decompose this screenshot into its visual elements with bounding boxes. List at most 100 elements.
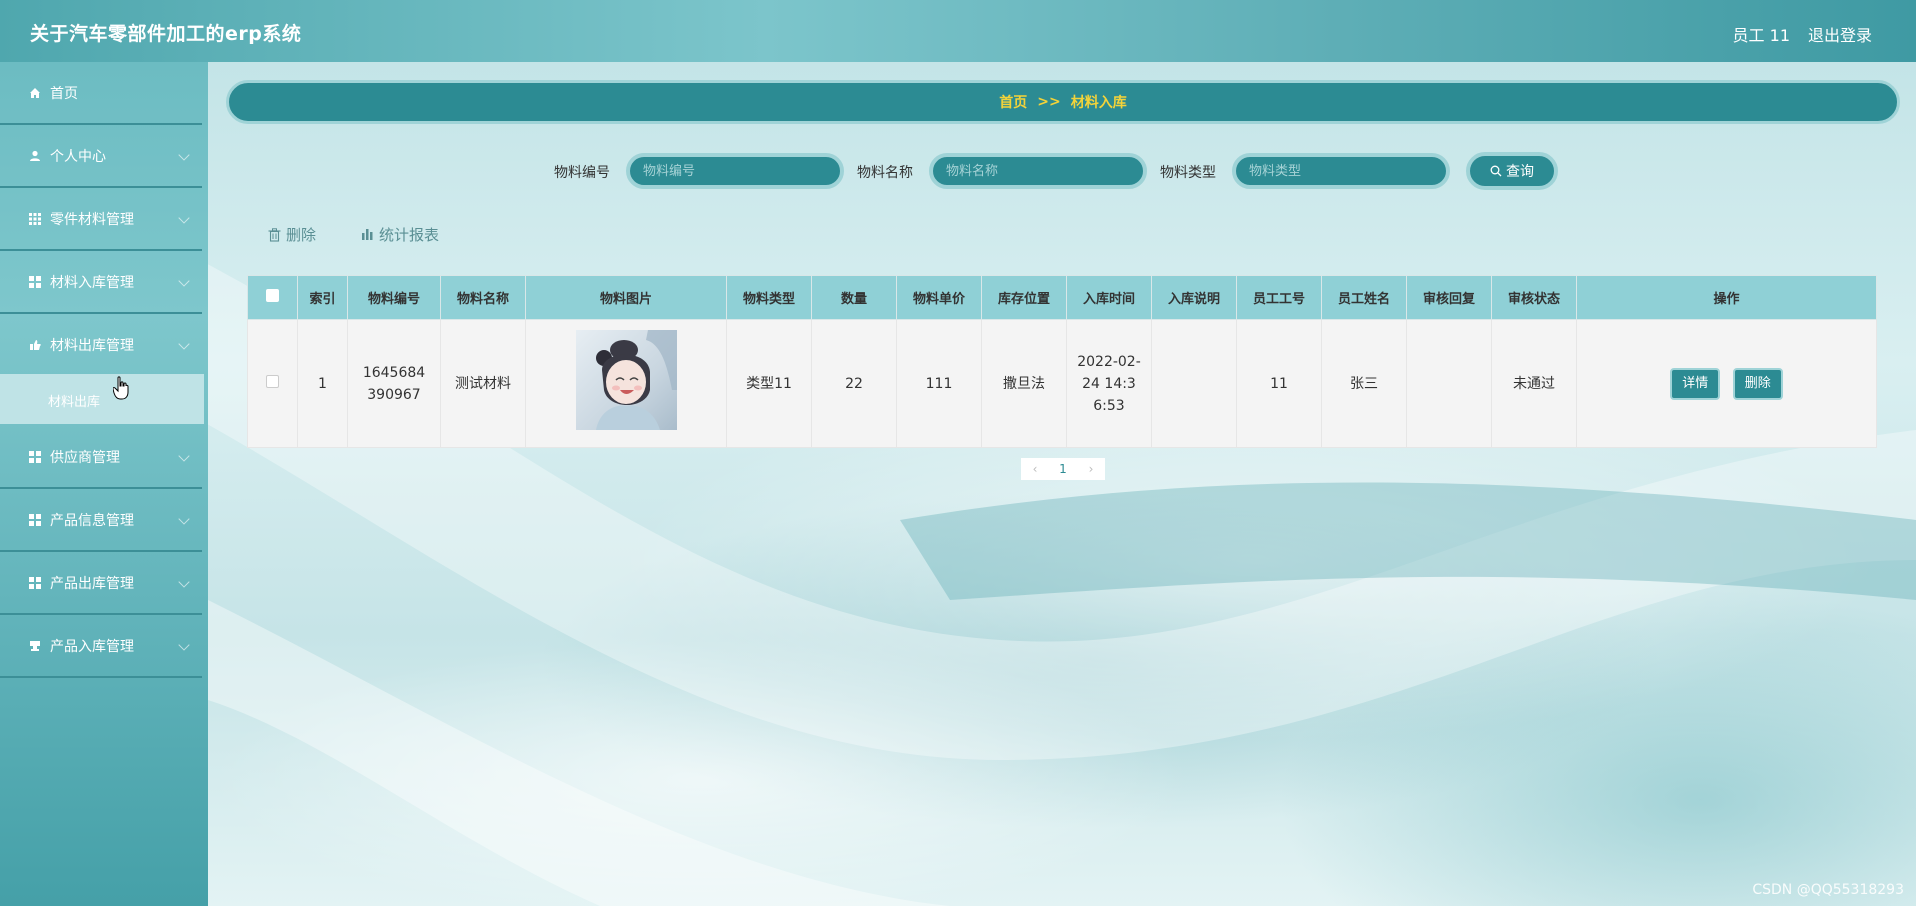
statistics-report-button[interactable]: 统计报表 [361, 224, 439, 245]
statistics-report-label: 统计报表 [379, 226, 440, 244]
material-thumbnail[interactable] [575, 330, 677, 430]
cell-unit-price: 111 [896, 319, 982, 448]
column-header: 物料单价 [896, 275, 982, 320]
sidebar-item-parts-materials[interactable]: 零件材料管理 [0, 188, 202, 251]
sidebar-item-product-outbound[interactable]: 产品出库管理 [0, 552, 202, 615]
search-button-label: 查询 [1506, 164, 1534, 180]
user-icon [28, 149, 42, 163]
cell-actions: 详情 删除 [1576, 319, 1877, 448]
breadcrumb: 首页 >> 材料入库 [226, 80, 1900, 124]
bulk-delete-label: 删除 [286, 226, 317, 244]
row-select-cell [247, 319, 298, 448]
page-number[interactable]: 1 [1049, 458, 1077, 480]
sidebar-item-label: 产品出库管理 [50, 575, 134, 592]
current-user: 员工 11 [1732, 26, 1790, 45]
sidebar-item-personal-center[interactable]: 个人中心 [0, 125, 202, 188]
row-delete-button[interactable]: 删除 [1732, 367, 1783, 400]
breadcrumb-separator: >> [1037, 94, 1061, 110]
column-header: 审核状态 [1491, 275, 1577, 320]
watermark: CSDN @QQ55318293 [1752, 882, 1904, 898]
next-page-icon[interactable]: › [1077, 458, 1105, 480]
pagination: ‹ 1 › [1021, 458, 1105, 480]
column-header: 员工工号 [1236, 275, 1322, 320]
material-name-input[interactable] [929, 153, 1147, 189]
background-silk [0, 0, 1916, 906]
home-icon [28, 86, 42, 100]
grid-icon [28, 576, 42, 590]
sidebar-item-label: 供应商管理 [50, 449, 120, 466]
sidebar-item-product-info[interactable]: 产品信息管理 [0, 489, 202, 552]
sidebar-item-material-outbound[interactable]: 材料出库管理 [0, 314, 202, 377]
sidebar-item-home[interactable]: 首页 [0, 62, 202, 125]
sidebar-item-label: 材料入库管理 [50, 274, 134, 291]
grid-icon [28, 450, 42, 464]
hand-cursor-icon [113, 376, 129, 400]
chevron-down-icon [178, 513, 190, 525]
grid-icon [28, 212, 42, 226]
cell-review-status: 未通过 [1491, 319, 1577, 448]
column-header: 库存位置 [981, 275, 1067, 320]
grid-icon [28, 275, 42, 289]
top-header: 关于汽车零部件加工的erp系统 员工 11 退出登录 [0, 0, 1916, 62]
sidebar-item-material-inbound[interactable]: 材料入库管理 [0, 251, 202, 314]
sidebar-item-label: 产品入库管理 [50, 638, 134, 655]
sidebar-item-label: 材料出库管理 [50, 337, 134, 354]
column-header: 物料名称 [440, 275, 526, 320]
hand-icon [28, 338, 42, 352]
detail-button[interactable]: 详情 [1670, 367, 1721, 400]
table-header-row: 索引 物料编号 物料名称 物料图片 物料类型 数量 物料单价 库存位置 入库时间… [247, 275, 1877, 320]
sidebar-item-label: 零件材料管理 [50, 211, 134, 228]
material-inbound-table: 索引 物料编号 物料名称 物料图片 物料类型 数量 物料单价 库存位置 入库时间… [247, 275, 1877, 448]
column-header: 入库说明 [1151, 275, 1237, 320]
submenu-item-material-outbound[interactable]: 材料出库 [0, 374, 204, 424]
select-all-checkbox[interactable] [266, 289, 279, 302]
chevron-down-icon [178, 149, 190, 161]
column-header: 索引 [297, 275, 348, 320]
cell-material-code: 1645684390967 [347, 319, 441, 448]
submenu-item-label: 材料出库 [48, 395, 101, 410]
cell-employee-name: 张三 [1321, 319, 1407, 448]
chevron-down-icon [178, 275, 190, 287]
chevron-down-icon [178, 576, 190, 588]
cell-inbound-note [1151, 319, 1237, 448]
material-code-input[interactable] [626, 153, 844, 189]
search-icon [1490, 165, 1502, 177]
sidebar: 首页 个人中心 零件材料管理 材料入库管理 材料出库管理 供应商管理 产品信息管… [0, 62, 208, 906]
cell-material-type: 类型11 [726, 319, 812, 448]
column-header: 操作 [1576, 275, 1877, 320]
cell-quantity: 22 [811, 319, 897, 448]
cup-icon [28, 639, 42, 653]
trash-icon [268, 227, 281, 242]
prev-page-icon[interactable]: ‹ [1021, 458, 1049, 480]
chevron-down-icon [178, 639, 190, 651]
cell-review-reply [1406, 319, 1492, 448]
sidebar-item-suppliers[interactable]: 供应商管理 [0, 426, 202, 489]
column-header: 数量 [811, 275, 897, 320]
grid-icon [28, 513, 42, 527]
bulk-delete-button[interactable]: 删除 [268, 224, 316, 245]
column-header: 物料图片 [525, 275, 727, 320]
column-header: 员工姓名 [1321, 275, 1407, 320]
material-code-label: 物料编号 [554, 165, 610, 181]
material-type-input[interactable] [1232, 153, 1450, 189]
cell-employee-number: 11 [1236, 319, 1322, 448]
sidebar-item-label: 个人中心 [50, 148, 106, 165]
material-name-label: 物料名称 [857, 165, 913, 181]
column-header: 物料类型 [726, 275, 812, 320]
bar-chart-icon [362, 229, 373, 240]
search-button[interactable]: 查询 [1466, 152, 1558, 190]
row-checkbox[interactable] [266, 374, 279, 388]
app-title: 关于汽车零部件加工的erp系统 [30, 23, 302, 45]
logout-link[interactable]: 退出登录 [1808, 22, 1872, 46]
sidebar-item-label: 产品信息管理 [50, 512, 134, 529]
sidebar-item-label: 首页 [50, 85, 78, 102]
sidebar-item-product-inbound[interactable]: 产品入库管理 [0, 615, 202, 678]
table-row: 1 1645684390967 测试材料 类型11 22 111 撒旦法 202… [247, 319, 1877, 448]
select-all-cell [247, 275, 298, 320]
breadcrumb-home[interactable]: 首页 [999, 92, 1027, 112]
chevron-down-icon [178, 450, 190, 462]
cell-storage-location: 撒旦法 [981, 319, 1067, 448]
cell-material-image [525, 319, 727, 448]
column-header: 物料编号 [347, 275, 441, 320]
column-header: 审核回复 [1406, 275, 1492, 320]
